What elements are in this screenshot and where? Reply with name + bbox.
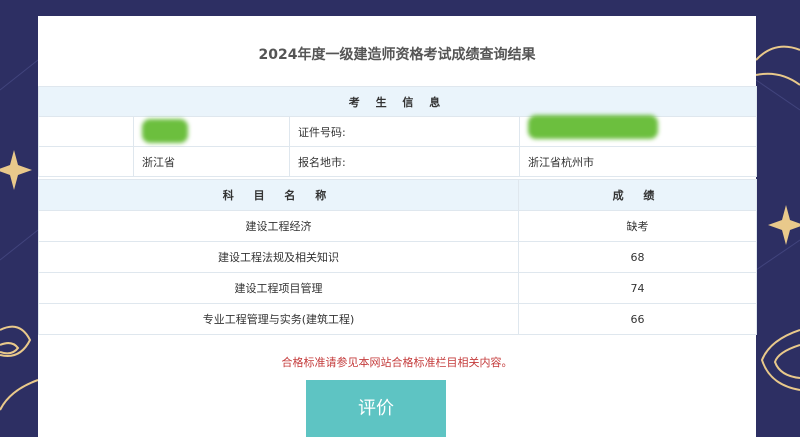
subject-score: 74 — [518, 272, 757, 304]
page-title: 2024年度一级建造师资格考试成绩查询结果 — [258, 47, 536, 63]
name-value-cell — [133, 116, 290, 147]
redacted-name — [142, 119, 188, 143]
name-label-cell — [38, 116, 134, 147]
redacted-id-number — [528, 115, 658, 139]
results-panel: 2024年度一级建造师资格考试成绩查询结果 考 生 信 息 证件号码: 浙江省 … — [38, 16, 757, 437]
subject-score: 66 — [518, 303, 757, 335]
subject-name: 建设工程项目管理 — [38, 272, 519, 304]
subject-score: 缺考 — [518, 210, 757, 242]
table-row: 建设工程经济 缺考 — [38, 210, 757, 242]
scores-table: 科 目 名 称 成 绩 建设工程经济 缺考 建设工程法规及相关知识 68 建设工… — [38, 179, 757, 335]
table-row: 建设工程法规及相关知识 68 — [38, 241, 757, 273]
subject-name: 建设工程法规及相关知识 — [38, 241, 519, 273]
pass-standard-note: 合格标准请参见本网站合格标准栏目相关内容。 — [281, 356, 513, 369]
table-row: 建设工程项目管理 74 — [38, 272, 757, 304]
score-column-header: 成 绩 — [518, 179, 757, 211]
id-value-cell — [519, 115, 757, 147]
province-label-cell — [38, 146, 134, 177]
id-label: 证件号码: — [289, 116, 520, 147]
subject-column-header: 科 目 名 称 — [38, 179, 519, 211]
city-value: 浙江省杭州市 — [519, 146, 757, 177]
subject-score: 68 — [518, 241, 757, 273]
rate-button[interactable]: 评价 — [306, 380, 446, 437]
subject-name: 建设工程经济 — [38, 210, 519, 242]
city-label: 报名地市: — [289, 146, 520, 177]
province-value: 浙江省 — [133, 146, 290, 177]
candidate-info-table: 考 生 信 息 证件号码: 浙江省 报名地市: 浙江省杭州市 — [38, 86, 757, 177]
table-row: 专业工程管理与实务(建筑工程) 66 — [38, 303, 757, 335]
candidate-info-header: 考 生 信 息 — [38, 86, 757, 117]
subject-name: 专业工程管理与实务(建筑工程) — [38, 303, 519, 335]
